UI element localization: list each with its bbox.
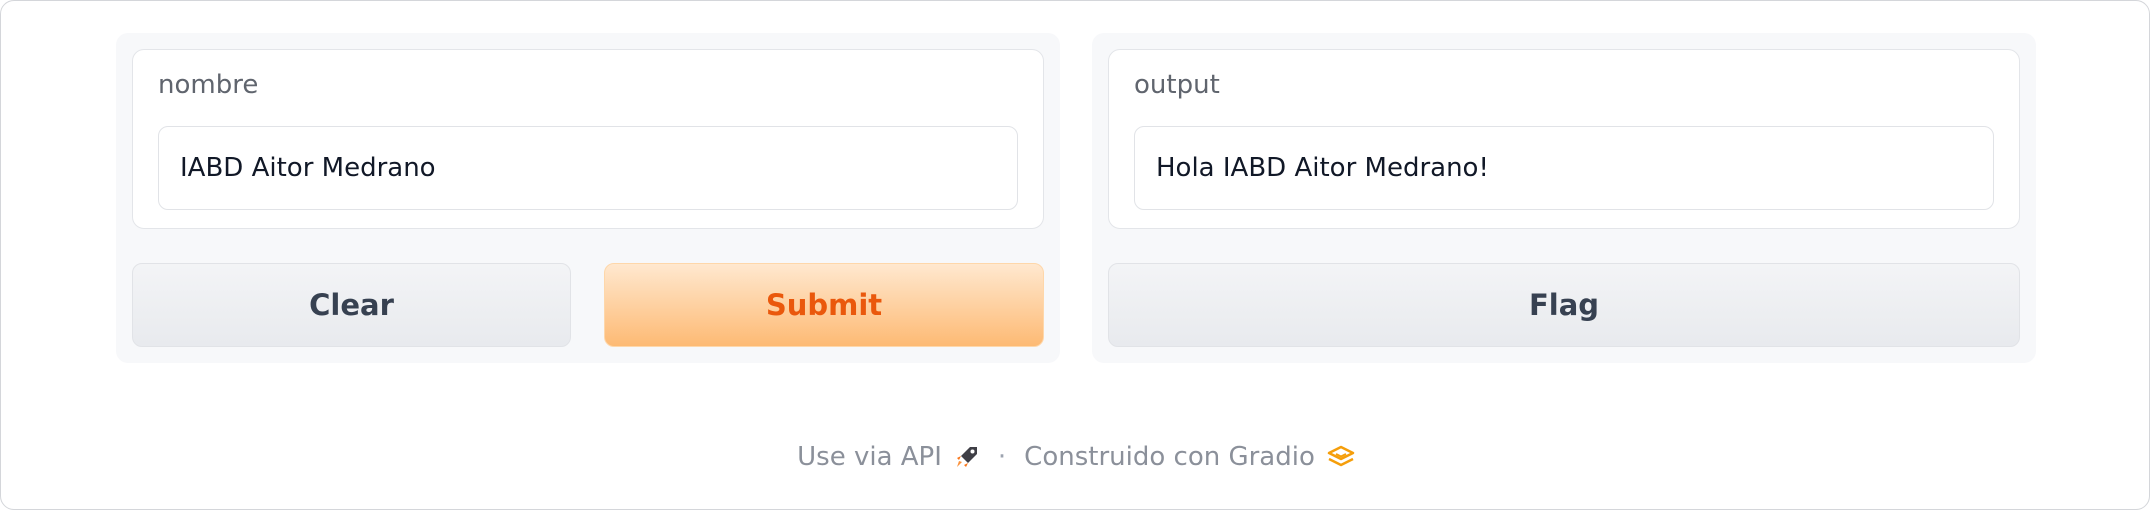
use-via-api-link[interactable]: Use via API — [797, 442, 980, 472]
submit-button[interactable]: Submit — [604, 263, 1044, 347]
built-with-gradio-link[interactable]: Construido con Gradio — [1024, 442, 1355, 472]
output-label: output — [1134, 70, 1220, 100]
nombre-textbox: nombre — [132, 49, 1044, 229]
rocket-icon — [956, 447, 977, 467]
use-via-api-label: Use via API — [797, 442, 942, 472]
footer: Use via API · Construido con Gradio — [1, 437, 2150, 477]
output-field[interactable] — [1134, 126, 1994, 210]
app-window: nombre Clear Submit output Flag Use via … — [0, 0, 2150, 510]
flag-button[interactable]: Flag — [1108, 263, 2020, 347]
output-panel: output Flag — [1092, 33, 2036, 363]
built-with-gradio-label: Construido con Gradio — [1024, 442, 1315, 472]
output-textbox: output — [1108, 49, 2020, 229]
nombre-label: nombre — [158, 70, 259, 100]
footer-separator: · — [997, 442, 1007, 472]
nombre-input[interactable] — [158, 126, 1018, 210]
input-panel: nombre Clear Submit — [116, 33, 1060, 363]
gradio-logo-icon — [1327, 445, 1355, 467]
clear-button[interactable]: Clear — [132, 263, 571, 347]
